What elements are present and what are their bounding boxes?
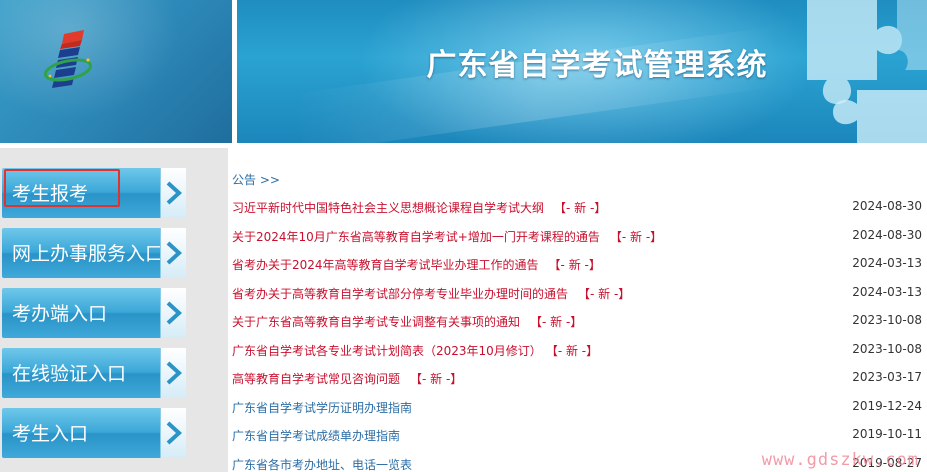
announcement-link[interactable]: 广东省各市考办地址、电话一览表 bbox=[232, 456, 412, 472]
new-badge: 【- 新 -】 bbox=[530, 315, 583, 329]
announcement-link[interactable]: 高等教育自学考试常见咨询问题 【- 新 -】 bbox=[232, 370, 462, 387]
announcement-date: 2024-03-13 bbox=[852, 256, 922, 270]
announcement-date: 2019-10-11 bbox=[852, 427, 922, 441]
page-header: 广东省自学考试管理系统 bbox=[0, 0, 927, 143]
announcement-link[interactable]: 广东省自学考试各专业考试计划简表（2023年10月修订） 【- 新 -】 bbox=[232, 342, 598, 359]
sidebar-item-label: 考生入口 bbox=[12, 423, 89, 445]
sidebar-item-online-verification[interactable]: 在线验证入口 bbox=[2, 348, 186, 398]
sidebar-item-exam-office-portal[interactable]: 考办端入口 bbox=[2, 288, 186, 338]
announcement-link[interactable]: 省考办关于高等教育自学考试部分停考专业毕业办理时间的通告 【- 新 -】 bbox=[232, 285, 630, 302]
announcement-date: 2024-08-30 bbox=[852, 199, 922, 213]
announcement-date: 2019-12-24 bbox=[852, 398, 922, 413]
chevron-right-icon bbox=[160, 168, 186, 218]
new-badge: 【- 新 -】 bbox=[551, 343, 599, 358]
list-item: 关于2024年10月广东省高等教育自学考试+增加一门开考课程的通告 【- 新 -】… bbox=[230, 223, 927, 252]
announcement-date: 2023-10-08 bbox=[852, 313, 922, 327]
announcement-link[interactable]: 习近平新时代中国特色社会主义思想概论课程自学考试大纲 【- 新 -】 bbox=[232, 199, 606, 216]
announcement-date: 2024-03-13 bbox=[852, 284, 922, 299]
logo-panel bbox=[0, 0, 232, 143]
list-item: 省考办关于高等教育自学考试部分停考专业毕业办理时间的通告 【- 新 -】 2024… bbox=[230, 280, 927, 309]
sidebar-item-label: 网上办事服务入口 bbox=[12, 243, 165, 265]
new-badge: 【- 新 -】 bbox=[609, 229, 663, 244]
site-watermark: www.gdszkw.com bbox=[761, 450, 919, 470]
new-badge: 【- 新 -】 bbox=[578, 286, 631, 301]
new-badge: 【- 新 -】 bbox=[410, 372, 463, 386]
list-item: 省考办关于2024年高等教育自学考试毕业办理工作的通告 【- 新 -】 2024-… bbox=[230, 251, 927, 280]
chevron-right-icon bbox=[160, 228, 186, 278]
selection-highlight bbox=[4, 169, 120, 207]
chevron-right-icon bbox=[160, 348, 186, 398]
sidebar-item-candidate-portal[interactable]: 考生入口 bbox=[2, 408, 186, 458]
sidebar-nav: 考生报考 网上办事服务入口 考办端入口 在线验证入口 考生入口 bbox=[0, 148, 228, 472]
list-item: 广东省自学考试成绩单办理指南 2019-10-11 bbox=[230, 422, 927, 451]
chevron-right-icon bbox=[160, 408, 186, 458]
announcement-list: 习近平新时代中国特色社会主义思想概论课程自学考试大纲 【- 新 -】 2024-0… bbox=[230, 194, 927, 472]
announcement-link[interactable]: 关于2024年10月广东省高等教育自学考试+增加一门开考课程的通告 【- 新 -】 bbox=[232, 228, 662, 245]
new-badge: 【- 新 -】 bbox=[548, 258, 601, 272]
list-item: 广东省自学考试各专业考试计划简表（2023年10月修订） 【- 新 -】 2023… bbox=[230, 337, 927, 366]
announcement-date: 2024-08-30 bbox=[852, 227, 922, 242]
sidebar-item-label: 在线验证入口 bbox=[12, 363, 127, 385]
chevron-right-icon bbox=[160, 288, 186, 338]
list-item: 高等教育自学考试常见咨询问题 【- 新 -】 2023-03-17 bbox=[230, 365, 927, 394]
exam-authority-logo-icon bbox=[44, 30, 93, 88]
announcements-panel: 公告 >> 习近平新时代中国特色社会主义思想概论课程自学考试大纲 【- 新 -】 … bbox=[230, 148, 927, 472]
announcement-date: 2023-03-17 bbox=[852, 370, 922, 384]
announcement-link[interactable]: 省考办关于2024年高等教育自学考试毕业办理工作的通告 【- 新 -】 bbox=[232, 256, 601, 273]
list-item: 广东省自学考试学历证明办理指南 2019-12-24 bbox=[230, 394, 927, 423]
announcements-heading-link[interactable]: 公告 >> bbox=[232, 171, 280, 188]
announcement-date: 2023-10-08 bbox=[852, 341, 922, 356]
announcement-link[interactable]: 广东省自学考试成绩单办理指南 bbox=[232, 427, 400, 444]
list-item: 习近平新时代中国特色社会主义思想概论课程自学考试大纲 【- 新 -】 2024-0… bbox=[230, 194, 927, 223]
sidebar-item-online-services[interactable]: 网上办事服务入口 bbox=[2, 228, 186, 278]
list-item: 关于广东省高等教育自学考试专业调整有关事项的通知 【- 新 -】 2023-10-… bbox=[230, 308, 927, 337]
sidebar-item-label: 考办端入口 bbox=[12, 303, 108, 325]
announcement-link[interactable]: 关于广东省高等教育自学考试专业调整有关事项的通知 【- 新 -】 bbox=[232, 313, 582, 330]
announcement-link[interactable]: 广东省自学考试学历证明办理指南 bbox=[232, 399, 412, 416]
system-title: 广东省自学考试管理系统 bbox=[426, 48, 768, 83]
banner-panel: 广东省自学考试管理系统 bbox=[237, 0, 927, 143]
new-badge: 【- 新 -】 bbox=[554, 201, 607, 215]
sidebar-item-exam-registration[interactable]: 考生报考 bbox=[2, 168, 186, 218]
